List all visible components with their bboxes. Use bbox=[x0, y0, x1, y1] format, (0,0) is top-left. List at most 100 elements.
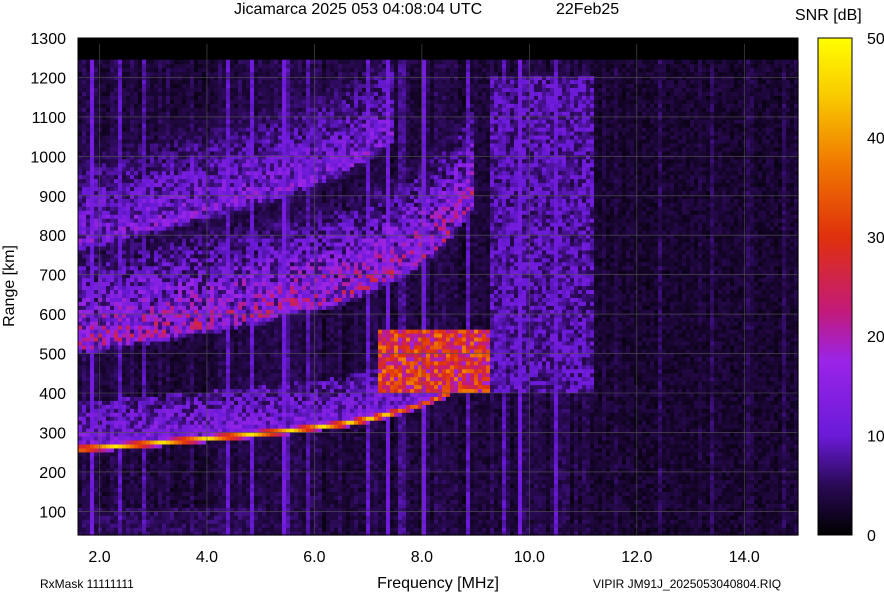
heatmap-cell bbox=[118, 234, 123, 239]
heatmap-cell bbox=[122, 384, 127, 389]
heatmap-cell bbox=[82, 408, 87, 413]
heatmap-cell bbox=[110, 250, 115, 255]
heatmap-cell bbox=[122, 491, 127, 496]
heatmap-cell bbox=[122, 424, 127, 429]
heatmap-cell bbox=[106, 325, 111, 330]
heatmap-cell bbox=[122, 155, 127, 160]
heatmap-cell bbox=[86, 365, 91, 370]
heatmap-cell bbox=[118, 266, 123, 271]
heatmap-cell bbox=[126, 68, 131, 73]
heatmap-cell bbox=[114, 151, 119, 156]
heatmap-cell bbox=[114, 452, 119, 457]
heatmap-cell bbox=[86, 186, 91, 191]
heatmap-cell bbox=[110, 182, 115, 187]
heatmap-cell bbox=[98, 456, 103, 461]
heatmap-cell bbox=[106, 270, 111, 275]
heatmap-cell bbox=[86, 519, 91, 524]
heatmap-cell bbox=[110, 480, 115, 485]
heatmap-cell bbox=[90, 515, 95, 520]
heatmap-cell bbox=[126, 305, 131, 310]
heatmap-cell bbox=[106, 218, 111, 223]
heatmap-cell bbox=[106, 83, 111, 88]
ionogram-chart: Jicamarca 2025 053 04:08:04 UTC 22Feb25 … bbox=[0, 0, 884, 595]
heatmap-cell bbox=[90, 167, 95, 172]
heatmap-cell bbox=[86, 369, 91, 374]
heatmap-cell bbox=[98, 404, 103, 409]
heatmap-cell bbox=[78, 384, 83, 389]
heatmap-cell bbox=[82, 234, 87, 239]
heatmap-cell bbox=[106, 420, 111, 425]
heatmap-cell bbox=[82, 381, 87, 386]
heatmap-cell bbox=[110, 99, 115, 104]
heatmap-cell bbox=[114, 182, 119, 187]
heatmap-cell bbox=[102, 72, 107, 77]
heatmap-cell bbox=[78, 444, 83, 449]
heatmap-cell bbox=[106, 301, 111, 306]
heatmap-cell bbox=[114, 127, 119, 132]
heatmap-cell bbox=[82, 262, 87, 267]
heatmap-cell bbox=[102, 468, 107, 473]
heatmap-cell bbox=[122, 179, 127, 184]
heatmap-cell bbox=[118, 472, 123, 477]
heatmap-cell bbox=[106, 349, 111, 354]
heatmap-cell bbox=[114, 131, 119, 136]
heatmap-cell bbox=[102, 214, 107, 219]
heatmap-cell bbox=[118, 412, 123, 417]
heatmap-cell bbox=[78, 182, 83, 187]
heatmap-cell bbox=[90, 258, 95, 263]
heatmap-cell bbox=[90, 341, 95, 346]
heatmap-cell bbox=[118, 163, 123, 168]
heatmap-cell bbox=[118, 206, 123, 211]
heatmap-cell bbox=[90, 511, 95, 516]
heatmap-cell bbox=[110, 381, 115, 386]
heatmap-cell bbox=[102, 400, 107, 405]
heatmap-cell bbox=[98, 91, 103, 96]
heatmap-cell bbox=[102, 365, 107, 370]
heatmap-cell bbox=[86, 345, 91, 350]
heatmap-cell bbox=[82, 321, 87, 326]
heatmap-cell bbox=[114, 484, 119, 489]
heatmap-cell bbox=[102, 159, 107, 164]
heatmap-cell bbox=[102, 171, 107, 176]
heatmap-cell bbox=[94, 131, 99, 136]
heatmap-cell bbox=[122, 325, 127, 330]
heatmap-cell bbox=[94, 321, 99, 326]
heatmap-cell bbox=[126, 499, 131, 504]
heatmap-cell bbox=[82, 210, 87, 215]
heatmap-cell bbox=[98, 167, 103, 172]
heatmap-cell bbox=[114, 317, 119, 322]
heatmap-cell bbox=[114, 424, 119, 429]
heatmap-cell bbox=[90, 456, 95, 461]
heatmap-cell bbox=[102, 119, 107, 124]
heatmap-cell bbox=[110, 218, 115, 223]
heatmap-cell bbox=[90, 202, 95, 207]
heatmap-cell bbox=[78, 285, 83, 290]
heatmap-cell bbox=[122, 127, 127, 132]
heatmap-cell bbox=[114, 206, 119, 211]
heatmap-cell bbox=[102, 64, 107, 69]
heatmap-cell bbox=[110, 163, 115, 168]
heatmap-cell bbox=[94, 186, 99, 191]
heatmap-cell bbox=[126, 182, 131, 187]
heatmap-cell bbox=[118, 305, 123, 310]
heatmap-cell bbox=[90, 111, 95, 116]
heatmap-cell bbox=[90, 218, 95, 223]
heatmap-cell bbox=[82, 111, 87, 116]
heatmap-cell bbox=[122, 460, 127, 465]
heatmap-cell bbox=[114, 487, 119, 492]
heatmap-cell bbox=[122, 218, 127, 223]
heatmap-cell bbox=[102, 206, 107, 211]
heatmap-cell bbox=[102, 68, 107, 73]
heatmap-cell bbox=[98, 266, 103, 271]
heatmap-cell bbox=[122, 523, 127, 528]
heatmap-cell bbox=[94, 309, 99, 314]
heatmap-cell bbox=[102, 83, 107, 88]
heatmap-cell bbox=[114, 278, 119, 283]
heatmap-cell bbox=[114, 266, 119, 271]
heatmap-cell bbox=[122, 282, 127, 287]
heatmap-cell bbox=[110, 179, 115, 184]
heatmap-cell bbox=[90, 333, 95, 338]
heatmap-cell bbox=[78, 420, 83, 425]
heatmap-cell bbox=[102, 179, 107, 184]
heatmap-cell bbox=[78, 206, 83, 211]
